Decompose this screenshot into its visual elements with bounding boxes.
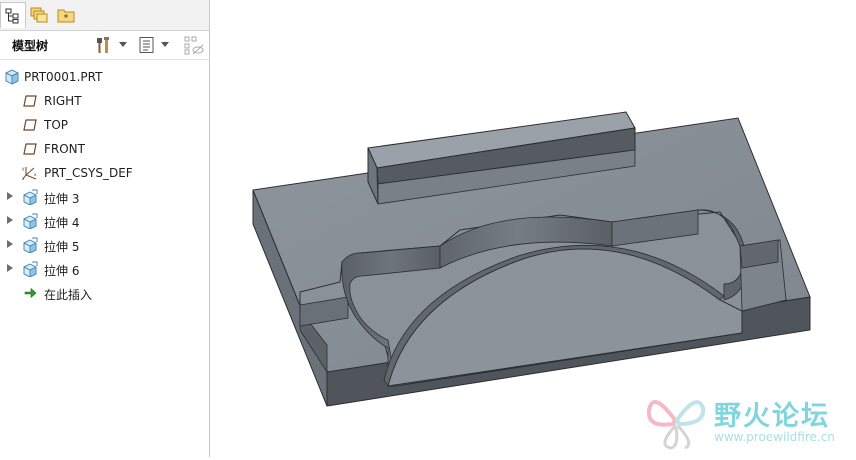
star-folder-icon: * <box>57 9 75 24</box>
tree-item-label: 在此插入 <box>44 288 93 302</box>
tree-structure-icon <box>5 8 19 23</box>
tools-button[interactable] <box>94 35 114 55</box>
forum-watermark: 野火论坛 www.proewildfire.cn <box>645 388 855 454</box>
expand-arrow-icon[interactable] <box>7 240 13 248</box>
tree-item-label: FRONT <box>44 142 85 156</box>
chevron-down-icon <box>161 42 169 47</box>
tree-item-label: PRT_CSYS_DEF <box>44 166 133 180</box>
datum-plane-icon <box>23 95 37 107</box>
extrude-icon <box>23 213 38 229</box>
tree-item-front-plane[interactable]: FRONT <box>0 137 208 161</box>
tree-item-extrude-4[interactable]: 拉伸 4 <box>0 209 208 233</box>
chevron-down-icon <box>119 42 127 47</box>
insert-here-arrow-icon <box>24 287 37 299</box>
tree-item-top-plane[interactable]: TOP <box>0 113 208 137</box>
settings-list-icon <box>139 37 154 53</box>
butterfly-logo-icon <box>646 400 706 450</box>
settings-button[interactable] <box>137 35 157 55</box>
model-tree-tab[interactable] <box>0 2 26 28</box>
datum-plane-icon <box>23 143 37 155</box>
tree-item-label: RIGHT <box>44 94 82 108</box>
coordinate-system-icon: y z x <box>22 166 37 181</box>
expand-arrow-icon[interactable] <box>7 216 13 224</box>
expand-arrow-icon[interactable] <box>7 264 13 272</box>
svg-text:x: x <box>34 172 37 177</box>
tree-item-extrude-5[interactable]: 拉伸 5 <box>0 233 208 257</box>
tree-item-label: 拉伸 3 <box>44 192 80 206</box>
tree-item-label: TOP <box>44 118 69 132</box>
svg-text:*: * <box>64 14 69 24</box>
panel-tab-bar: * <box>0 0 209 31</box>
extrude-icon <box>23 189 38 205</box>
tree-root-label: PRT0001.PRT <box>24 70 103 84</box>
show-hide-filter-icon <box>184 36 204 55</box>
model-tree-toolbar: 模型树 <box>0 31 209 60</box>
tree-item-extrude-6[interactable]: 拉伸 6 <box>0 257 208 281</box>
expand-arrow-icon[interactable] <box>7 192 13 200</box>
settings-dropdown[interactable] <box>160 40 170 50</box>
tree-item-label: 拉伸 6 <box>44 264 80 278</box>
tree-root-part[interactable]: PRT0001.PRT <box>0 65 208 89</box>
watermark-url: www.proewildfire.cn <box>714 430 835 444</box>
model-tree-title: 模型树 <box>12 39 49 53</box>
svg-text:z: z <box>22 176 24 181</box>
datum-plane-icon <box>23 119 37 131</box>
tree-item-label: 拉伸 4 <box>44 216 80 230</box>
tools-dropdown[interactable] <box>118 40 128 50</box>
tree-item-insert-here[interactable]: 在此插入 <box>0 281 208 305</box>
tree-item-extrude-3[interactable]: 拉伸 3 <box>0 185 208 209</box>
extrude-icon <box>23 237 38 253</box>
tree-item-label: 拉伸 5 <box>44 240 80 254</box>
extrude-icon <box>23 261 38 277</box>
model-tree-panel: * 模型树 PRT0001.PRT RIGHT TOP FRONT y z x … <box>0 0 210 457</box>
layers-icon <box>30 7 48 23</box>
show-hide-button[interactable] <box>183 35 205 55</box>
layers-tab[interactable] <box>26 2 52 28</box>
part-icon <box>5 69 19 85</box>
favorites-tab[interactable]: * <box>53 2 79 28</box>
watermark-title: 野火论坛 <box>714 401 830 432</box>
tree-item-right-plane[interactable]: RIGHT <box>0 89 208 113</box>
tree-item-csys[interactable]: y z x PRT_CSYS_DEF <box>0 161 208 185</box>
svg-text:y: y <box>22 166 25 171</box>
tools-hammer-icon <box>97 37 109 53</box>
